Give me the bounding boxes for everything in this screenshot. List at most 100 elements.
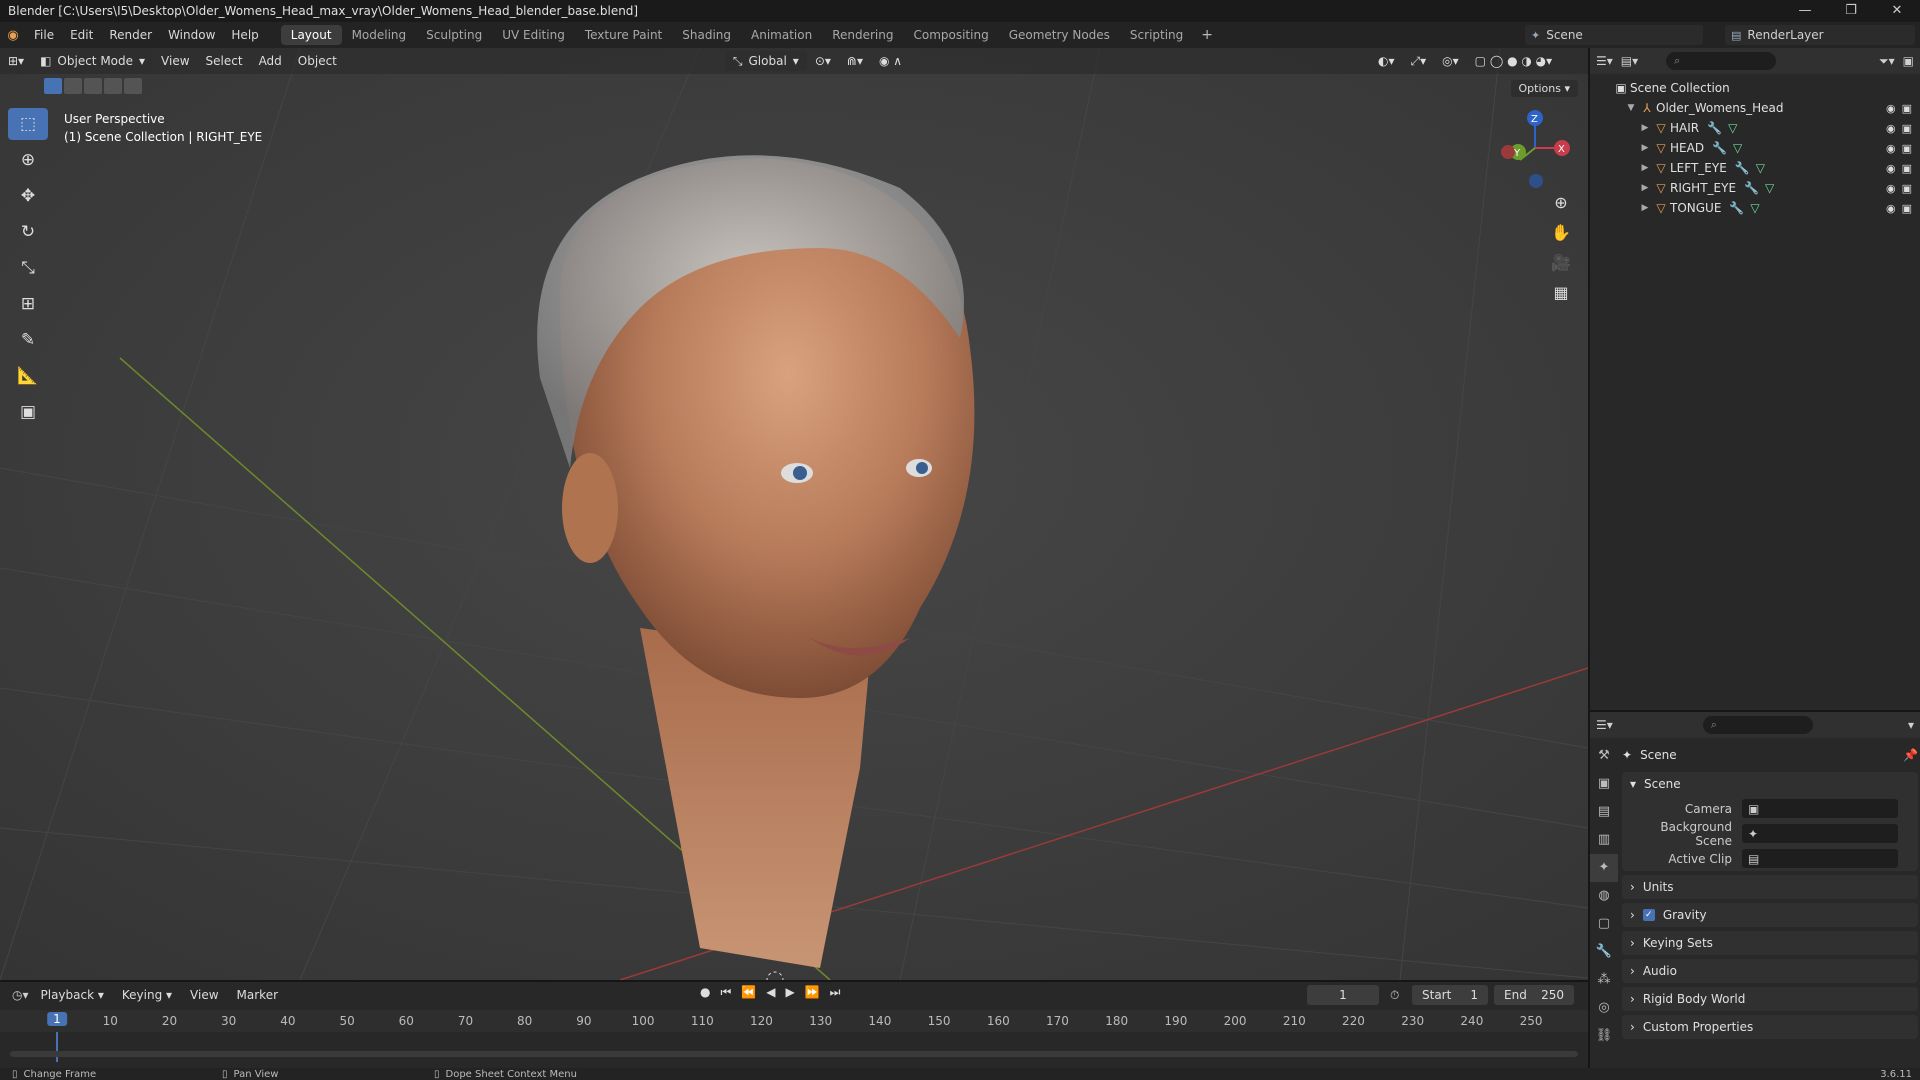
mesh-data-icon[interactable]: ▽	[1750, 201, 1759, 215]
camera-icon[interactable]: ▣	[1902, 142, 1912, 155]
expand-icon[interactable]: ▶	[1638, 143, 1652, 153]
annotate-icon[interactable]: ✎	[8, 324, 48, 356]
play-reverse-icon[interactable]: ◀	[766, 985, 775, 1000]
chevron-down-icon[interactable]: ▾	[1908, 718, 1914, 732]
tab-sculpting[interactable]: Sculpting	[416, 25, 492, 45]
menu-playback[interactable]: Playback ▾	[35, 988, 110, 1002]
proportional-edit-icon[interactable]: ◉ ∧	[871, 54, 910, 68]
cursor-icon[interactable]: ⊕	[8, 144, 48, 176]
close-button[interactable]: ✕	[1874, 0, 1920, 22]
current-frame-indicator[interactable]: 1	[47, 1012, 67, 1026]
gravity-checkbox[interactable]: ✓	[1642, 909, 1655, 921]
scene-panel-header[interactable]: ▾ Scene	[1622, 772, 1918, 796]
scene-tab-icon[interactable]: ✦	[1590, 854, 1618, 882]
active-clip-input[interactable]: ▤	[1742, 849, 1898, 868]
outliner-scene-collection[interactable]: ▣ Scene Collection	[1590, 78, 1920, 98]
jump-start-icon[interactable]: ⏮	[720, 985, 731, 1000]
mesh-data-icon[interactable]: ▽	[1765, 181, 1774, 195]
menu-object[interactable]: Object	[290, 54, 345, 68]
camera-icon[interactable]: ▣	[1902, 102, 1912, 115]
menu-keying[interactable]: Keying ▾	[116, 988, 178, 1002]
tab-modeling[interactable]: Modeling	[342, 25, 417, 45]
editor-type-icon[interactable]: ⊞▾	[0, 54, 32, 68]
select-invert-icon[interactable]	[104, 78, 122, 94]
modifier-icon[interactable]: 🔧	[1735, 161, 1750, 175]
select-extend-icon[interactable]	[64, 78, 82, 94]
menu-timeline-view[interactable]: View	[184, 988, 224, 1002]
outliner-editor-icon[interactable]: ☰▾	[1596, 54, 1613, 68]
modifier-tab-icon[interactable]: 🔧	[1590, 938, 1618, 966]
tab-texture-paint[interactable]: Texture Paint	[575, 25, 672, 45]
camera-input[interactable]: ▣	[1742, 799, 1898, 818]
menu-view[interactable]: View	[153, 54, 197, 68]
display-mode-icon[interactable]: ▤▾	[1621, 54, 1638, 68]
world-tab-icon[interactable]: ◍	[1590, 882, 1618, 910]
outliner-row-tongue[interactable]: ▶ ▽ TONGUE 🔧 ▽ ◉ ▣	[1590, 198, 1920, 218]
tab-animation[interactable]: Animation	[741, 25, 822, 45]
overlays-icon[interactable]: ◎▾	[1434, 54, 1467, 68]
rigid-body-world-panel[interactable]: › Rigid Body World	[1622, 987, 1918, 1011]
timeline-ruler[interactable]: 1 10 20 30 40 50 60 70 80 90 100 110 120 130 140 150 160…	[0, 1010, 1588, 1062]
scale-icon[interactable]: ⤡	[8, 252, 48, 284]
3d-viewport[interactable]: Z X Y ⊞▾ ◧ Object Mode ▾ View Select Add…	[0, 48, 1588, 980]
camera-icon[interactable]: ▣	[1902, 202, 1912, 215]
stopwatch-icon[interactable]: ⏱	[1390, 988, 1399, 1003]
menu-file[interactable]: File	[26, 22, 62, 48]
expand-icon[interactable]: ▶	[1638, 183, 1652, 193]
maximize-button[interactable]: ❐	[1828, 0, 1874, 22]
keying-sets-panel[interactable]: › Keying Sets	[1622, 931, 1918, 955]
modifier-icon[interactable]: 🔧	[1712, 141, 1727, 155]
add-cube-icon[interactable]: ▣	[8, 396, 48, 428]
eye-icon[interactable]: ◉	[1886, 102, 1896, 115]
snap-icon[interactable]: ⋒▾	[839, 54, 871, 68]
transform-icon[interactable]: ⊞	[8, 288, 48, 320]
render-tab-icon[interactable]: ▣	[1590, 770, 1618, 798]
modifier-icon[interactable]: 🔧	[1744, 181, 1759, 195]
menu-window[interactable]: Window	[160, 22, 223, 48]
record-icon[interactable]: ●	[700, 985, 710, 1000]
gravity-panel[interactable]: › ✓ Gravity	[1622, 903, 1918, 927]
prev-keyframe-icon[interactable]: ⏪	[741, 985, 756, 1000]
properties-editor-icon[interactable]: ☰▾	[1596, 718, 1613, 732]
add-workspace-button[interactable]: +	[1193, 27, 1221, 43]
scene-selector[interactable]: ✦ Scene	[1525, 25, 1703, 45]
orientation-dropdown[interactable]: ⤡ Global ▾	[724, 51, 807, 71]
eye-icon[interactable]: ◉	[1886, 142, 1896, 155]
mode-dropdown[interactable]: ◧ Object Mode ▾	[32, 51, 154, 71]
outliner-collection-row[interactable]: ▼ ⅄ Older_Womens_Head ◉ ▣	[1590, 98, 1920, 118]
end-frame-field[interactable]: End 250	[1494, 985, 1574, 1005]
outliner-row-left-eye[interactable]: ▶ ▽ LEFT_EYE 🔧 ▽ ◉ ▣	[1590, 158, 1920, 178]
modifier-icon[interactable]: 🔧	[1729, 201, 1744, 215]
mesh-data-icon[interactable]: ▽	[1728, 121, 1737, 135]
eye-icon[interactable]: ◉	[1886, 182, 1896, 195]
play-icon[interactable]: ▶	[785, 985, 794, 1000]
eye-icon[interactable]: ◉	[1886, 202, 1896, 215]
gizmo-toggle-icon[interactable]: ⤢▾	[1403, 54, 1435, 69]
pivot-icon[interactable]: ⊙▾	[807, 54, 839, 68]
select-subtract-icon[interactable]	[84, 78, 102, 94]
custom-properties-panel[interactable]: › Custom Properties	[1622, 1015, 1918, 1039]
measure-icon[interactable]: 📐	[8, 360, 48, 392]
constraints-tab-icon[interactable]: ⛓	[1590, 1022, 1618, 1050]
expand-icon[interactable]: ▼	[1624, 103, 1638, 113]
menu-add[interactable]: Add	[251, 54, 290, 68]
camera-icon[interactable]: ▣	[1902, 182, 1912, 195]
mesh-data-icon[interactable]: ▽	[1756, 161, 1765, 175]
select-new-icon[interactable]	[44, 78, 62, 94]
expand-icon[interactable]: ▶	[1638, 163, 1652, 173]
eye-icon[interactable]: ◉	[1886, 162, 1896, 175]
outliner-search-input[interactable]: ⌕	[1666, 52, 1777, 70]
tab-layout[interactable]: Layout	[280, 25, 342, 45]
audio-panel[interactable]: › Audio	[1622, 959, 1918, 983]
minimize-button[interactable]: —	[1782, 0, 1828, 22]
pan-hand-icon[interactable]: ✋	[1548, 223, 1574, 253]
camera-icon[interactable]: ▣	[1902, 122, 1912, 135]
timeline-editor-icon[interactable]: ◷▾	[12, 988, 29, 1002]
eye-icon[interactable]: ◉	[1886, 122, 1896, 135]
object-tab-icon[interactable]: ▢	[1590, 910, 1618, 938]
tab-geometry-nodes[interactable]: Geometry Nodes	[999, 25, 1120, 45]
filter-icon[interactable]: ⏷▾	[1879, 54, 1895, 69]
start-frame-field[interactable]: Start 1	[1412, 985, 1488, 1005]
current-frame-field[interactable]: 1	[1307, 985, 1379, 1005]
view-layer-selector[interactable]: ▤ RenderLayer	[1725, 25, 1915, 45]
